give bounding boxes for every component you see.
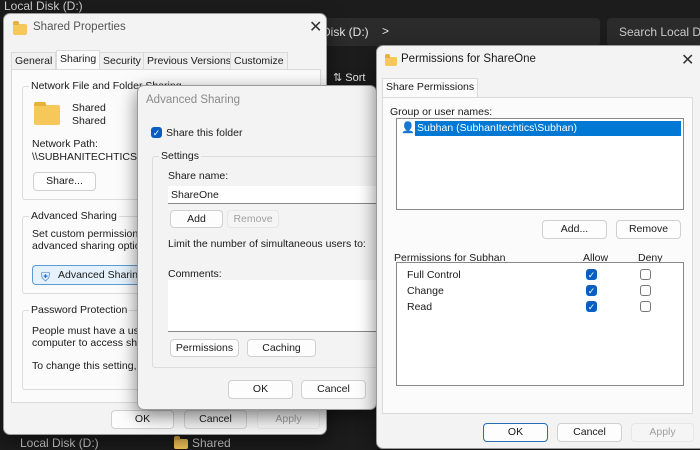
file-item-shared[interactable]: Shared <box>192 436 231 450</box>
search-placeholder: Search Local D <box>619 25 700 39</box>
permission-name: Full Control <box>407 269 461 281</box>
permission-row: Full Control ✓ <box>397 268 683 284</box>
allow-checkbox[interactable]: ✓ <box>586 301 597 312</box>
user-list-item[interactable]: Subhan (SubhanItechtics\Subhan) <box>415 121 681 136</box>
dialog-title: Permissions for ShareOne <box>401 53 536 65</box>
remove-share-button[interactable]: Remove <box>227 210 279 228</box>
close-icon[interactable]: ✕ <box>309 17 322 37</box>
add-user-button[interactable]: Add... <box>542 220 607 239</box>
password-desc-3: To change this setting, us <box>32 360 151 372</box>
password-desc-2: computer to access share <box>32 337 153 349</box>
folder-icon <box>385 54 397 66</box>
allow-checkbox[interactable]: ✓ <box>586 269 597 280</box>
group-names-label: Group or user names: <box>390 106 493 118</box>
permission-name: Change <box>407 285 444 297</box>
search-box[interactable]: Search Local D <box>607 18 700 46</box>
tab-general[interactable]: General <box>11 52 57 70</box>
caching-button[interactable]: Caching <box>247 339 316 357</box>
add-share-button[interactable]: Add <box>170 210 223 228</box>
share-folder-label: Share this folder <box>166 127 243 139</box>
close-icon[interactable]: ✕ <box>681 50 694 70</box>
window-title: Shared Properties <box>33 21 126 33</box>
deny-checkbox[interactable] <box>640 301 651 312</box>
nav-item-local-disk[interactable]: Local Disk (D:) <box>20 436 99 450</box>
tab-share-permissions[interactable]: Share Permissions <box>382 78 479 98</box>
permissions-dialog: Permissions for ShareOne ✕ Share Permiss… <box>376 45 700 449</box>
tab-customize[interactable]: Customize <box>230 52 288 70</box>
allow-checkbox[interactable]: ✓ <box>586 285 597 296</box>
ok-button[interactable]: OK <box>228 380 293 399</box>
advanced-sharing-dialog: Advanced Sharing ✓ Share this folder Set… <box>137 85 388 410</box>
apply-button[interactable]: Apply <box>631 423 694 442</box>
folder-name: Shared <box>72 102 106 114</box>
deny-checkbox[interactable] <box>640 269 651 280</box>
tab-security[interactable]: Security <box>99 52 145 70</box>
share-button[interactable]: Share... <box>33 172 96 191</box>
permission-row: Read ✓ <box>397 300 683 316</box>
dialog-title: Advanced Sharing <box>146 94 240 106</box>
address-crumb[interactable]: Disk (D:) <box>322 25 369 39</box>
limit-users-label: Limit the number of simultaneous users t… <box>168 238 366 250</box>
group-label: Password Protection <box>29 304 130 316</box>
remove-user-button[interactable]: Remove <box>616 220 681 239</box>
chevron-right-icon[interactable]: > <box>382 24 389 38</box>
password-desc-1: People must have a user <box>32 325 149 337</box>
tab-panel: Group or user names: 👤 Subhan (SubhanIte… <box>382 97 693 414</box>
address-bar[interactable]: Disk (D:) > <box>320 18 600 46</box>
share-name-label: Share name: <box>168 170 229 182</box>
ok-button[interactable]: OK <box>483 423 548 442</box>
uac-shield-icon: ⛨ <box>41 270 51 284</box>
comments-label: Comments: <box>168 268 222 280</box>
network-path-label: Network Path: <box>32 138 98 150</box>
permissions-button[interactable]: Permissions <box>170 339 239 357</box>
group-label: Settings <box>159 150 201 162</box>
cancel-button[interactable]: Cancel <box>301 380 366 399</box>
sort-label: Sort <box>345 72 366 84</box>
user-icon: 👤 <box>401 122 415 134</box>
folder-icon <box>13 21 27 35</box>
comments-textarea[interactable] <box>168 280 388 332</box>
user-listbox[interactable]: 👤 Subhan (SubhanItechtics\Subhan) <box>396 118 684 210</box>
tab-previous-versions[interactable]: Previous Versions <box>143 52 236 70</box>
share-name-input[interactable]: ShareOne <box>168 186 388 204</box>
group-label: Advanced Sharing <box>29 210 119 222</box>
breadcrumb-top: Local Disk (D:) <box>4 0 83 13</box>
cancel-button[interactable]: Cancel <box>184 410 247 429</box>
share-status: Shared <box>72 115 106 127</box>
button-label: Advanced Sharing <box>58 269 144 281</box>
permission-row: Change ✓ <box>397 284 683 300</box>
tab-sharing[interactable]: Sharing <box>56 50 101 70</box>
ok-button[interactable]: OK <box>111 410 174 429</box>
folder-icon <box>174 436 188 449</box>
deny-checkbox[interactable] <box>640 285 651 296</box>
network-path-value: \\SUBHANITECHTICS\S <box>32 151 147 163</box>
folder-icon <box>34 102 60 125</box>
settings-group: Settings Share name: ShareOne Add Remove… <box>152 150 388 368</box>
apply-button[interactable]: Apply <box>257 410 320 429</box>
share-folder-checkbox[interactable]: ✓ <box>151 127 162 138</box>
permissions-list: Full Control ✓ Change ✓ Read ✓ <box>396 262 684 386</box>
sort-button[interactable]: ⇅ Sort <box>333 71 365 84</box>
permission-name: Read <box>407 301 433 313</box>
cancel-button[interactable]: Cancel <box>557 423 622 442</box>
advanced-desc-2: advanced sharing options <box>32 240 152 252</box>
sort-icon: ⇅ <box>333 72 343 84</box>
